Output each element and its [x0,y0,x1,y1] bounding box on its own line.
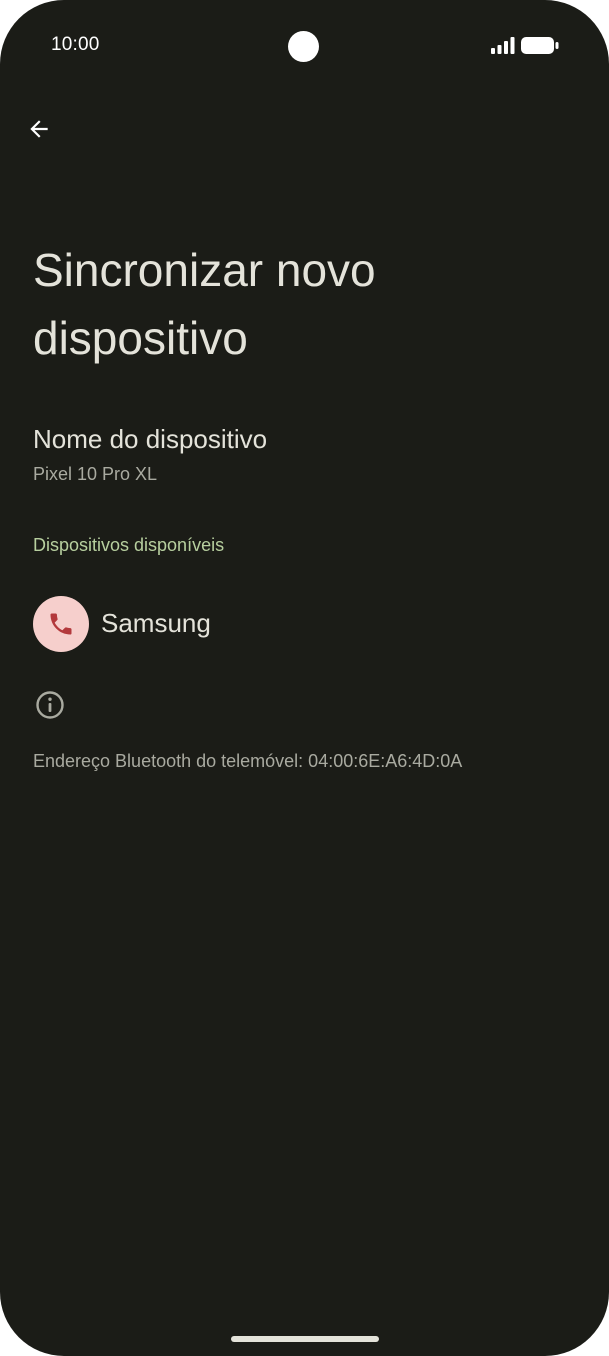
available-devices-header: Dispositivos disponíveis [33,535,225,555]
page-title: Sincronizar novo dispositivo [33,244,376,364]
arrow-back-icon [30,120,48,138]
phone-icon [50,613,72,635]
camera-cutout [288,31,319,62]
device-name-title: Nome do dispositivo [33,424,268,454]
back-button[interactable] [20,110,58,148]
device-name-value: Pixel 10 Pro XL [33,464,158,484]
device-name-setting[interactable]: Nome do dispositivo Pixel 10 Pro XL [0,418,609,498]
phone-screen: 10:00 Sincronizar novo dispositivo Nome … [0,0,609,1356]
device-label: Samsung [101,608,211,638]
battery-full-icon [521,37,559,54]
gesture-nav-handle[interactable] [231,1336,379,1342]
device-avatar [33,596,89,652]
status-time: 10:00 [51,34,100,55]
device-item-samsung[interactable]: Samsung [0,585,609,663]
info-icon [36,691,64,719]
status-bar: 10:00 [0,0,609,92]
signal-bars-icon [491,37,515,54]
bluetooth-address: Endereço Bluetooth do telemóvel: 04:00:6… [33,751,463,771]
